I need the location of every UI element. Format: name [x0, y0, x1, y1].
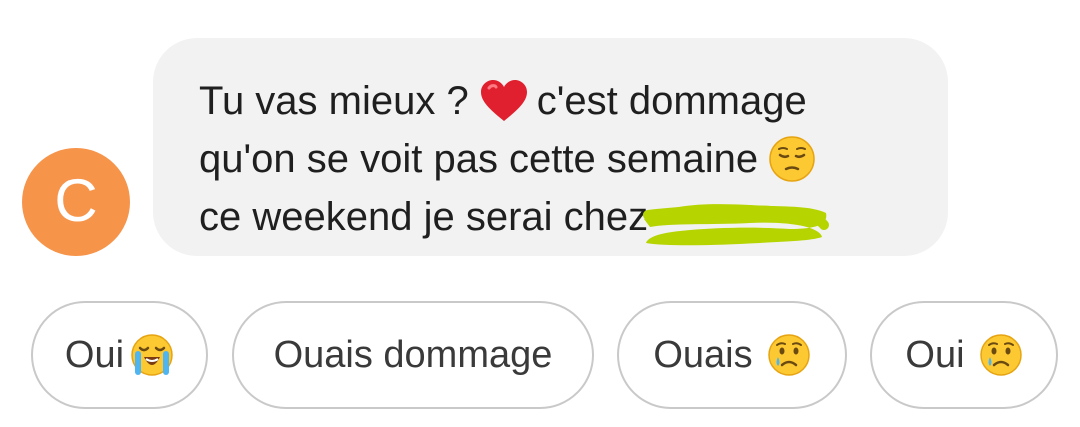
message-text-2: qu'on se voit pas cette semaine	[199, 137, 759, 181]
smart-reply-chip-2[interactable]: Ouais dommage	[232, 301, 594, 409]
smart-reply-chip-4[interactable]: Oui	[870, 301, 1058, 409]
red-heart-icon	[480, 80, 527, 121]
smart-reply-label: Ouais dommage	[273, 333, 553, 376]
smart-reply-label: Oui	[905, 333, 965, 376]
contact-avatar[interactable]: C	[22, 148, 130, 256]
loudly-crying-face-icon	[131, 334, 173, 376]
smart-reply-label: Ouais	[653, 333, 753, 376]
avatar-initial: C	[54, 167, 98, 234]
crying-face-icon	[979, 334, 1022, 376]
message-line-3: ce weekend je serai chez	[199, 188, 908, 246]
message-line-2: qu'on se voit pas cette semaine	[199, 130, 908, 188]
smart-reply-chip-1[interactable]: Oui	[31, 301, 208, 409]
smart-reply-label: Oui	[64, 333, 125, 376]
message-line-1: Tu vas mieux ? c'est dommage	[199, 72, 908, 130]
message-text-3: ce weekend je serai chez	[199, 195, 649, 239]
smart-reply-chip-3[interactable]: Ouais	[617, 301, 847, 409]
incoming-message-bubble[interactable]: Tu vas mieux ? c'est dommage qu'on se vo…	[153, 38, 948, 256]
conversation-view: C Tu vas mieux ? c'est dommage qu'on se …	[0, 0, 1080, 427]
message-text-1a: Tu vas mieux ?	[199, 79, 469, 123]
pensive-face-icon	[769, 136, 815, 182]
crying-face-icon	[767, 334, 810, 376]
message-text-1b: c'est dommage	[536, 79, 807, 123]
redacted-scribble	[643, 204, 830, 246]
